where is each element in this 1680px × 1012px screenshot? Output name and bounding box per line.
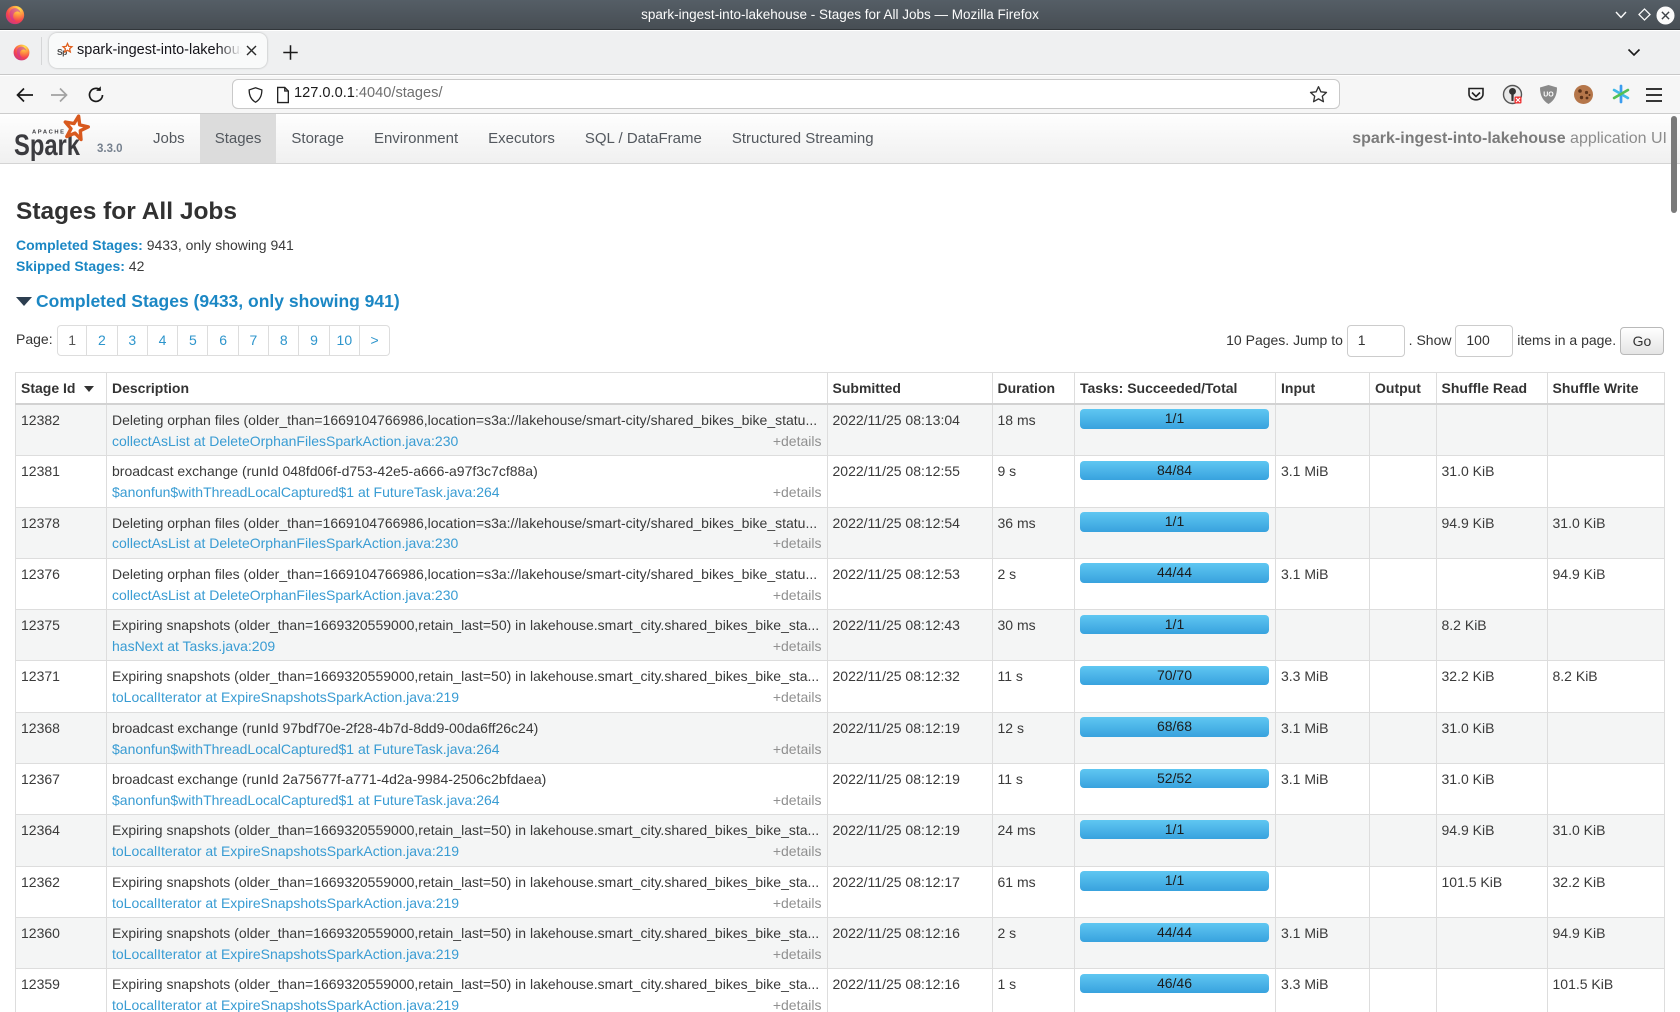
svg-text:UO: UO xyxy=(1543,92,1554,99)
